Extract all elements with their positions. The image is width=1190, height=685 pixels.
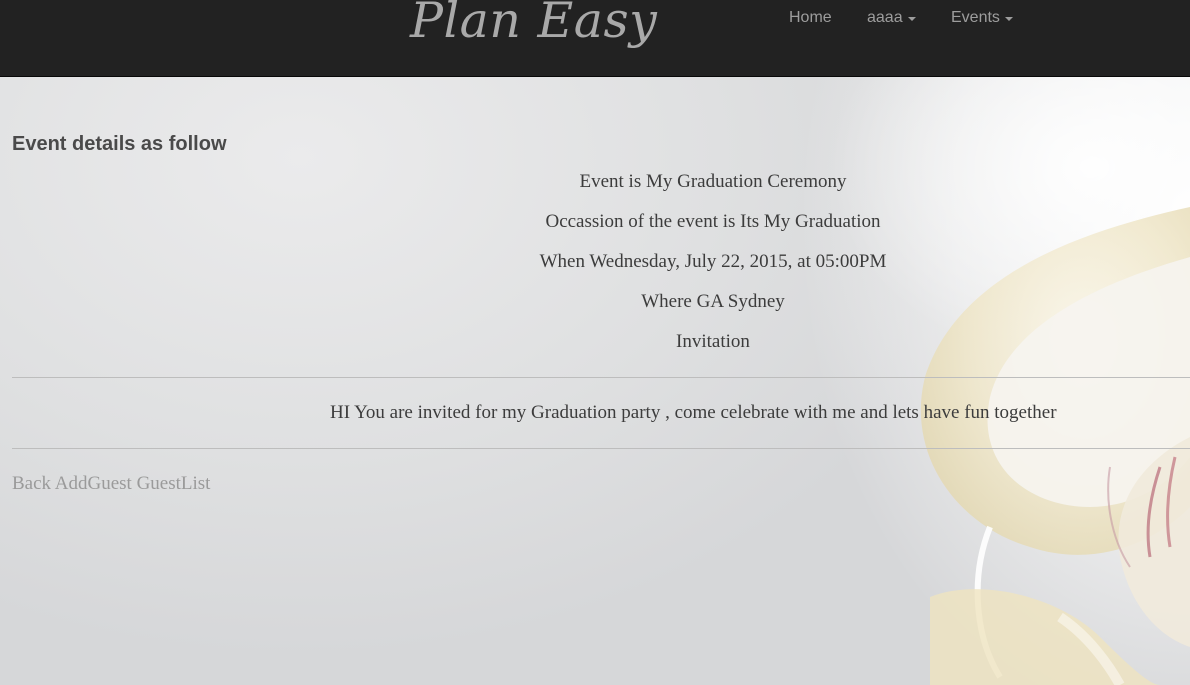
event-datetime-text: When Wednesday, July 22, 2015, at 05:00P… [539,251,887,272]
brand-logo[interactable]: Plan Easy [410,0,657,49]
event-name-text: Event is My Graduation Ceremony [579,171,847,192]
page-heading: Event details as follow [12,133,227,155]
nav-events-label[interactable]: Events [951,9,1000,27]
event-location-text: Where GA Sydney [641,291,785,312]
guest-list-link[interactable]: GuestList [137,473,211,494]
invitation-message: HI You are invited for my Graduation par… [330,402,1057,423]
back-link[interactable]: Back [12,473,51,494]
caret-down-icon [1004,17,1013,21]
event-details-panel: Event details as follow Event is My Grad… [0,77,1190,685]
nav-item-events-dropdown[interactable]: Events [951,9,1013,27]
event-occasion-text: Occassion of the event is Its My Graduat… [545,211,881,232]
nav-aaaa-label[interactable]: aaaa [867,9,903,27]
divider [12,448,1190,449]
add-guest-link[interactable]: AddGuest [55,473,132,494]
nav-item-aaaa-dropdown[interactable]: aaaa [867,9,916,27]
divider [12,377,1190,378]
nav-home-link[interactable]: Home [789,9,832,27]
caret-down-icon [907,17,916,21]
top-navbar: Plan Easy Home aaaa Events [0,0,1190,77]
invitation-label: Invitation [676,331,750,352]
action-links: Back AddGuest GuestList [12,473,210,495]
nav-item-home[interactable]: Home [789,9,832,27]
